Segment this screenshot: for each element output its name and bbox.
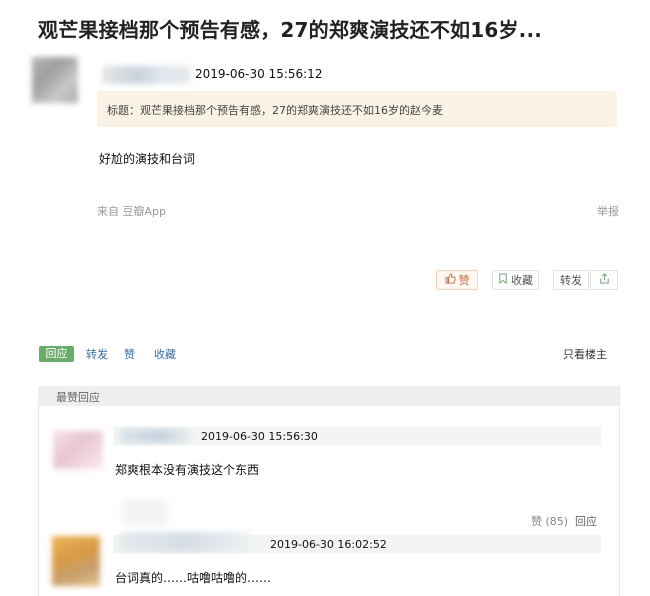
post-title: 观芒果接档那个预告有感，27的郑爽演技还不如16岁... [38,18,543,42]
share-out-icon [599,273,610,287]
comment-1-blurred-block [122,500,167,525]
title-notice-text: 标题：观芒果接档那个预告有感，27的郑爽演技还不如16岁的赵今麦 [107,104,443,117]
thumbs-up-icon [444,273,456,287]
comment-1-text: 郑爽根本没有演技这个东西 [115,463,260,477]
tab-share[interactable]: 转发 [86,346,108,362]
tab-like[interactable]: 赞 [124,346,135,362]
report-link[interactable]: 举报 [597,203,619,219]
comment-1-timestamp: 2019-06-30 15:56:30 [201,430,318,443]
only-op-link[interactable]: 只看楼主 [563,346,607,362]
favorite-button[interactable]: 收藏 [492,270,539,290]
post-source[interactable]: 来自 豆瓣App [97,203,166,219]
comment-1-avatar[interactable] [53,431,103,469]
share-button-label: 转发 [560,274,582,287]
share-button[interactable]: 转发 [553,270,589,290]
like-button-label: 赞 [458,274,470,287]
post-body: 好尬的演技和台词 [99,152,196,166]
comment-1-reply-link[interactable]: 回应 [575,513,597,529]
share-out-button[interactable] [590,270,618,290]
favorite-button-label: 收藏 [511,274,533,287]
comment-1-like-link[interactable]: 赞 (85) [531,513,568,529]
post-timestamp: 2019-06-30 15:56:12 [195,67,323,81]
comment-2-author-name[interactable] [120,532,250,552]
comment-1-author-name[interactable] [120,429,190,443]
like-button[interactable]: 赞 [436,270,478,290]
comment-2-timestamp: 2019-06-30 16:02:52 [270,538,387,551]
tab-favorite[interactable]: 收藏 [154,346,176,362]
bookmark-icon [498,273,508,287]
top-replies-heading: 最赞回应 [56,391,100,404]
comment-2-avatar[interactable] [52,536,100,586]
author-name[interactable] [102,66,190,84]
top-replies-panel [38,386,620,596]
comment-2-text: 台词真的……咕噜咕噜的…… [115,571,272,585]
top-replies-header [38,386,619,406]
tab-reply[interactable]: 回应 [39,346,74,362]
author-avatar[interactable] [32,57,78,103]
